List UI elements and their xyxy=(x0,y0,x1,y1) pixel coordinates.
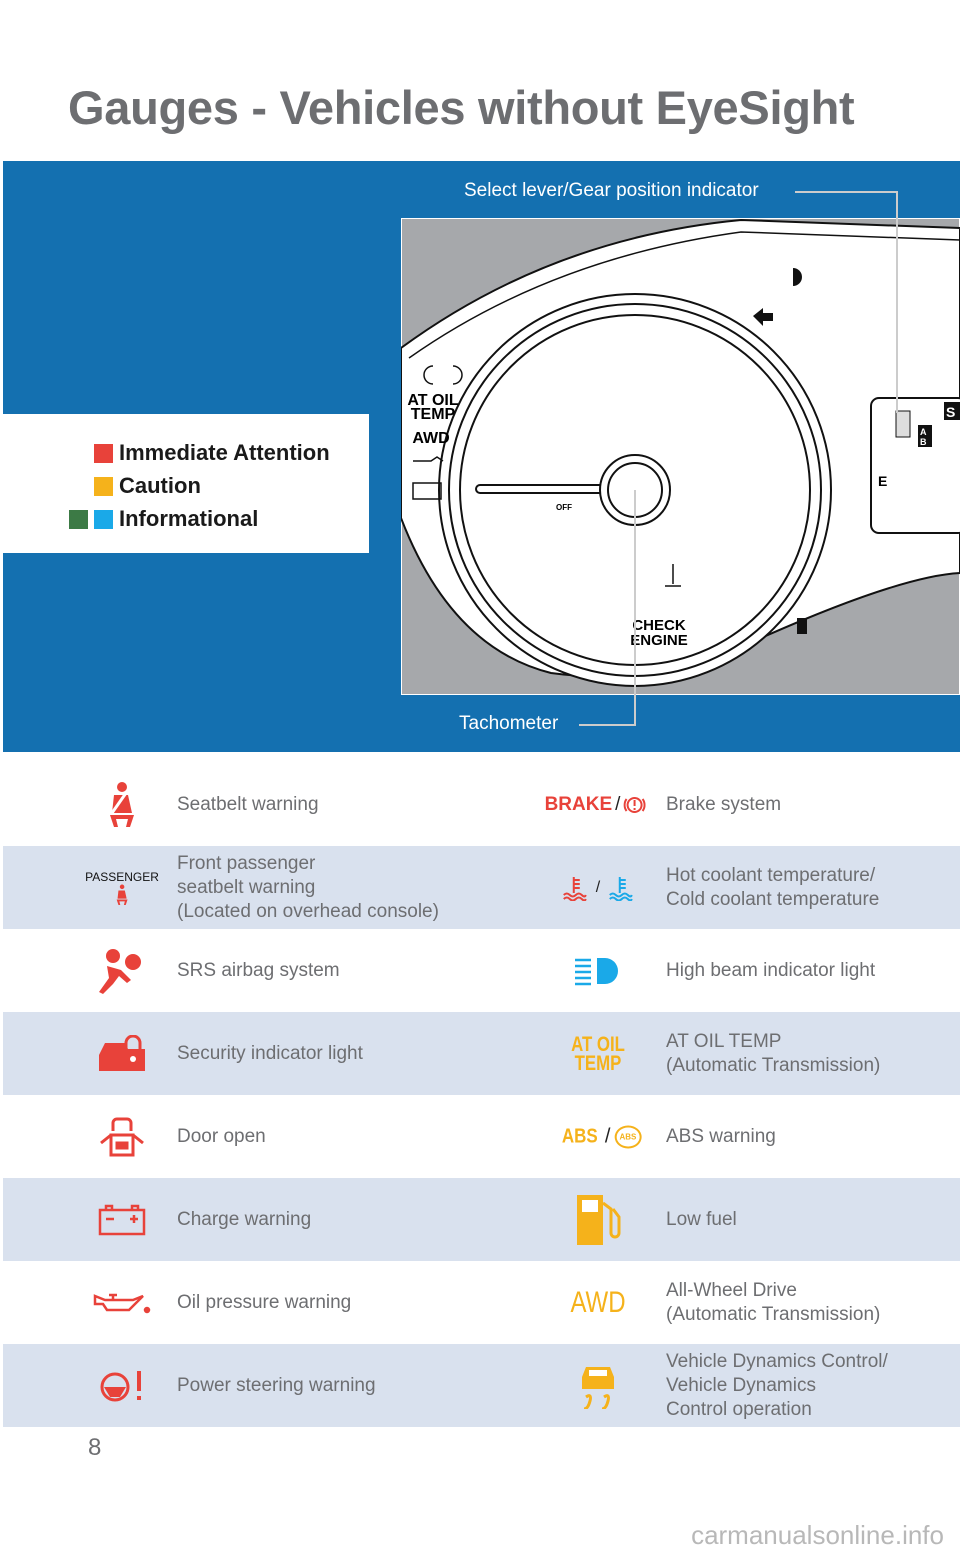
row-label: ABS warning xyxy=(666,1125,776,1147)
abs-circle-icon: ABS xyxy=(614,1125,642,1148)
gauge-s: S xyxy=(946,404,955,420)
fuel-icon xyxy=(573,1193,623,1247)
hot-coolant-icon xyxy=(563,876,587,901)
tachometer-callout: Tachometer xyxy=(459,713,559,734)
row-label: Hot coolant temperature/ Cold coolant te… xyxy=(666,864,880,910)
gauge-off: OFF xyxy=(556,503,572,512)
yellow-swatch xyxy=(94,476,113,496)
row-label: AT OIL TEMP (Automatic Transmission) xyxy=(666,1030,881,1076)
legend-label: Caution xyxy=(119,473,201,498)
oil-can-icon xyxy=(93,1290,151,1316)
cold-coolant-icon xyxy=(609,876,634,901)
row-label: High beam indicator light xyxy=(666,959,876,981)
gauge-b: B xyxy=(920,437,927,447)
row-label: Oil pressure warning xyxy=(177,1291,352,1313)
row-label: Brake system xyxy=(666,793,782,815)
page-number: 8 xyxy=(88,1434,102,1461)
legend-caution: Caution xyxy=(94,473,201,499)
table-row: PASSENGER Front passenger seatbelt warni… xyxy=(3,846,960,929)
blue-swatch xyxy=(94,509,113,529)
battery-icon xyxy=(98,1204,146,1236)
row-label: Door open xyxy=(177,1125,266,1147)
watermark: carmanualsonline.info xyxy=(691,1520,944,1550)
airbag-icon xyxy=(97,948,147,994)
row-label: Security indicator light xyxy=(177,1042,363,1064)
coolant-temperature-icon: / xyxy=(562,875,634,901)
table-row: Oil pressure warning AWD All-Wheel Drive… xyxy=(3,1261,960,1344)
security-icon xyxy=(97,1034,147,1073)
gear-position-callout: Select lever/Gear position indicator xyxy=(464,180,759,201)
awd-icon: AWD xyxy=(570,1285,626,1319)
gauge-temp: TEMP xyxy=(411,406,456,423)
passenger-text: PASSENGER xyxy=(85,869,159,884)
row-label: All-Wheel Drive (Automatic Transmission) xyxy=(666,1279,881,1325)
page-title: Gauges - Vehicles without EyeSight xyxy=(68,81,855,134)
legend-label: Informational xyxy=(119,506,259,531)
table-row: Security indicator light AT OIL TEMP AT … xyxy=(3,1012,960,1095)
warning-light-table: Seatbelt warning BRAKE / Brake system PAS… xyxy=(3,763,960,1427)
table-row: SRS airbag system High beam indicator li… xyxy=(3,929,960,1012)
row-label: Seatbelt warning xyxy=(177,793,319,815)
table-row: Charge warning Low fuel xyxy=(3,1178,960,1261)
separator: / xyxy=(615,793,621,815)
seatbelt-icon xyxy=(100,781,144,829)
table-row: Door open ABS / ABS ABS warning xyxy=(3,1095,960,1178)
high-beam-icon xyxy=(573,956,623,986)
separator: / xyxy=(604,1125,611,1147)
power-steering-icon xyxy=(99,1369,145,1403)
gauge-e: E xyxy=(878,473,887,489)
red-swatch xyxy=(94,443,113,463)
table-row: Seatbelt warning BRAKE / Brake system xyxy=(3,763,960,846)
passenger-seatbelt-icon: PASSENGER xyxy=(85,870,159,906)
row-label: Charge warning xyxy=(177,1208,312,1230)
color-legend: Immediate Attention Caution Informationa… xyxy=(3,414,369,553)
vehicle-dynamics-icon xyxy=(578,1363,618,1409)
gauge-a: A xyxy=(920,427,927,437)
legend-label: Immediate Attention xyxy=(119,440,330,465)
door-open-icon xyxy=(99,1115,145,1159)
brake-icon: BRAKE / xyxy=(545,794,646,816)
at-oil-temp-icon: AT OIL TEMP xyxy=(571,1032,625,1075)
green-swatch xyxy=(69,509,88,529)
legend-informational: Informational xyxy=(69,506,258,532)
abs-icon: ABS / ABS xyxy=(559,1125,642,1148)
row-label: Power steering warning xyxy=(177,1374,376,1396)
legend-immediate: Immediate Attention xyxy=(94,440,330,466)
table-row: Power steering warning Vehicle Dynamics … xyxy=(3,1344,960,1427)
row-label: Front passenger seatbelt warning (Locate… xyxy=(177,852,439,922)
abs-text: ABS xyxy=(561,1125,598,1147)
row-label: Vehicle Dynamics Control/ Vehicle Dynami… xyxy=(666,1350,888,1420)
gauge-awd: AWD xyxy=(412,430,449,447)
row-label: Low fuel xyxy=(666,1208,737,1230)
brake-text: BRAKE xyxy=(544,793,613,815)
brake-circle-icon xyxy=(623,796,646,813)
row-label: SRS airbag system xyxy=(177,959,340,981)
gauge-engine: ENGINE xyxy=(630,632,688,649)
gauge-cluster-drawing: AT OIL TEMP AWD CHECK ENGINE OFF E S A B xyxy=(401,218,960,695)
separator: / xyxy=(595,878,601,896)
